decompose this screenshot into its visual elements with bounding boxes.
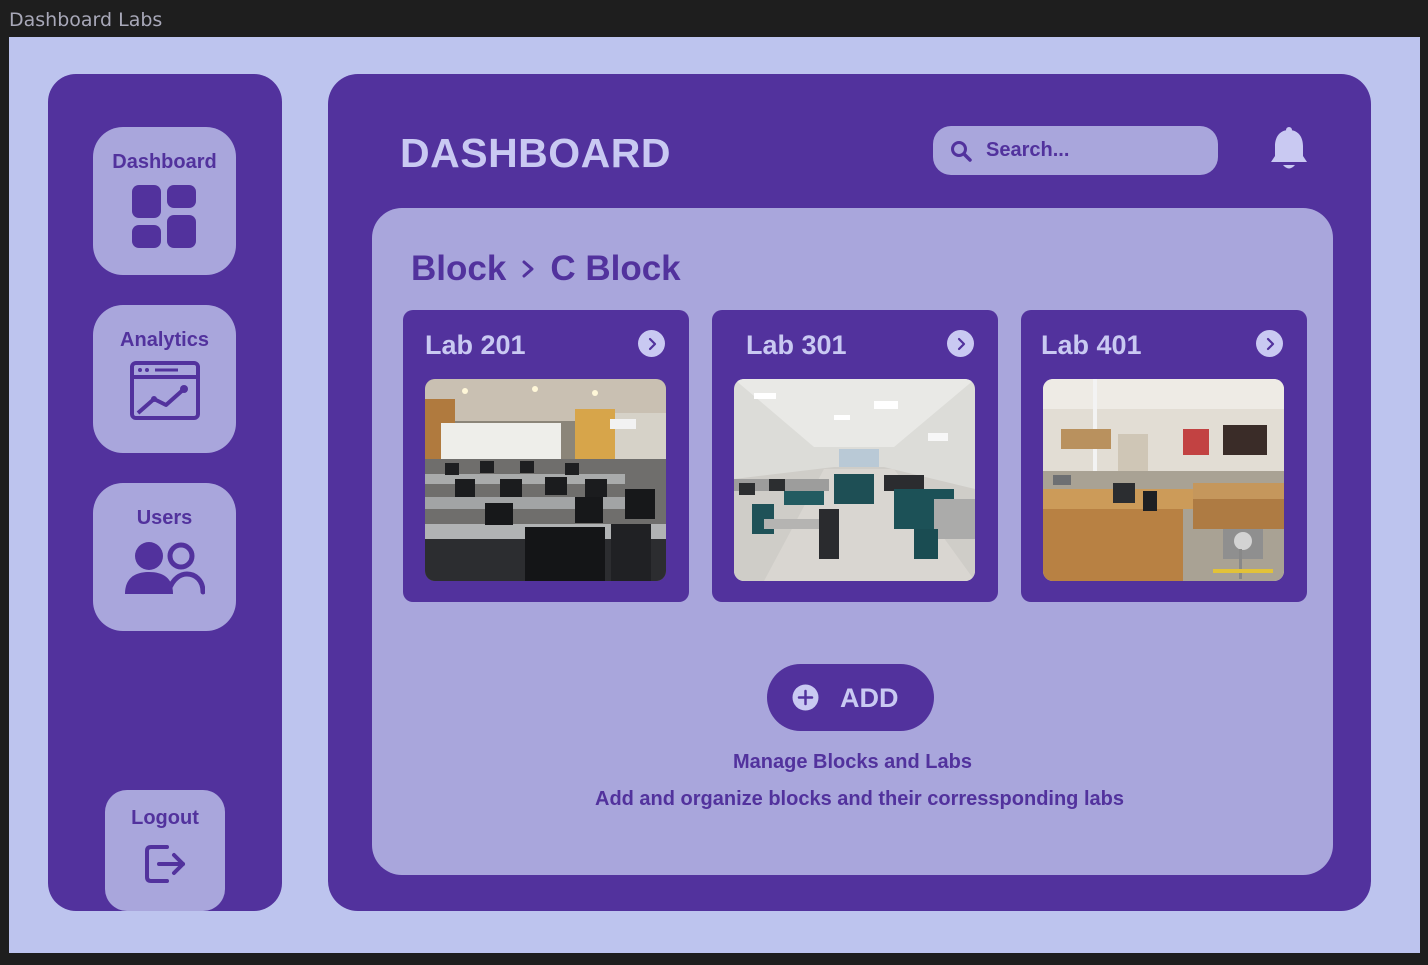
lab-card-title: Lab 401: [1041, 330, 1142, 360]
science-lab-benches-photo: [1043, 379, 1284, 581]
add-button-label: ADD: [840, 683, 899, 713]
lab-card-301[interactable]: Lab 301: [712, 310, 998, 602]
breadcrumb: Block C Block: [411, 249, 681, 289]
chart-window-icon: [129, 361, 200, 426]
breadcrumb-current[interactable]: C Block: [550, 249, 680, 289]
logout-button[interactable]: Logout: [105, 790, 225, 911]
bell-icon[interactable]: [1270, 126, 1308, 177]
logout-label: Logout: [131, 807, 199, 829]
lab-card-title: Lab 301: [746, 330, 847, 360]
footer-description: Add and organize blocks and their corres…: [595, 788, 1124, 810]
sidebar-item-label: Dashboard: [112, 151, 217, 173]
chevron-right-icon[interactable]: [1256, 330, 1283, 357]
sidebar-item-dashboard[interactable]: Dashboard: [93, 127, 236, 275]
search-placeholder: Search...: [986, 139, 1070, 161]
chevron-right-icon[interactable]: [638, 330, 665, 357]
computer-lab-wide-photo: [734, 379, 975, 581]
footer-heading: Manage Blocks and Labs: [733, 751, 972, 773]
window-title: Dashboard Labs: [0, 0, 1428, 37]
main-content: DASHBOARD Search... Block C Block Lab 20…: [328, 74, 1371, 911]
sidebar-item-analytics[interactable]: Analytics: [93, 305, 236, 453]
search-input[interactable]: Search...: [933, 126, 1218, 175]
logout-icon: [143, 843, 187, 890]
content-panel: Block C Block Lab 201 Lab 301 Lab 401 AD…: [372, 208, 1333, 875]
breadcrumb-parent[interactable]: Block: [411, 249, 506, 289]
search-icon: [950, 140, 972, 167]
lab-card-401[interactable]: Lab 401: [1021, 310, 1307, 602]
sidebar-item-label: Users: [136, 507, 193, 529]
sidebar-item-label: Analytics: [120, 329, 209, 351]
computer-lab-rows-photo: [425, 379, 666, 581]
users-icon: [124, 540, 205, 601]
plus-circle-icon: [792, 684, 819, 716]
chevron-right-icon[interactable]: [947, 330, 974, 357]
lab-card-title: Lab 201: [425, 330, 526, 360]
sidebar-item-users[interactable]: Users: [93, 483, 236, 631]
page-title: DASHBOARD: [400, 130, 671, 176]
add-button[interactable]: ADD: [767, 664, 934, 731]
grid-icon: [131, 185, 198, 254]
lab-card-201[interactable]: Lab 201: [403, 310, 689, 602]
chevron-right-icon: [519, 258, 537, 280]
sidebar: Dashboard Analytics Users Logout: [48, 74, 282, 911]
app-canvas: Dashboard Analytics Users Logout DASHBOA…: [9, 37, 1420, 953]
